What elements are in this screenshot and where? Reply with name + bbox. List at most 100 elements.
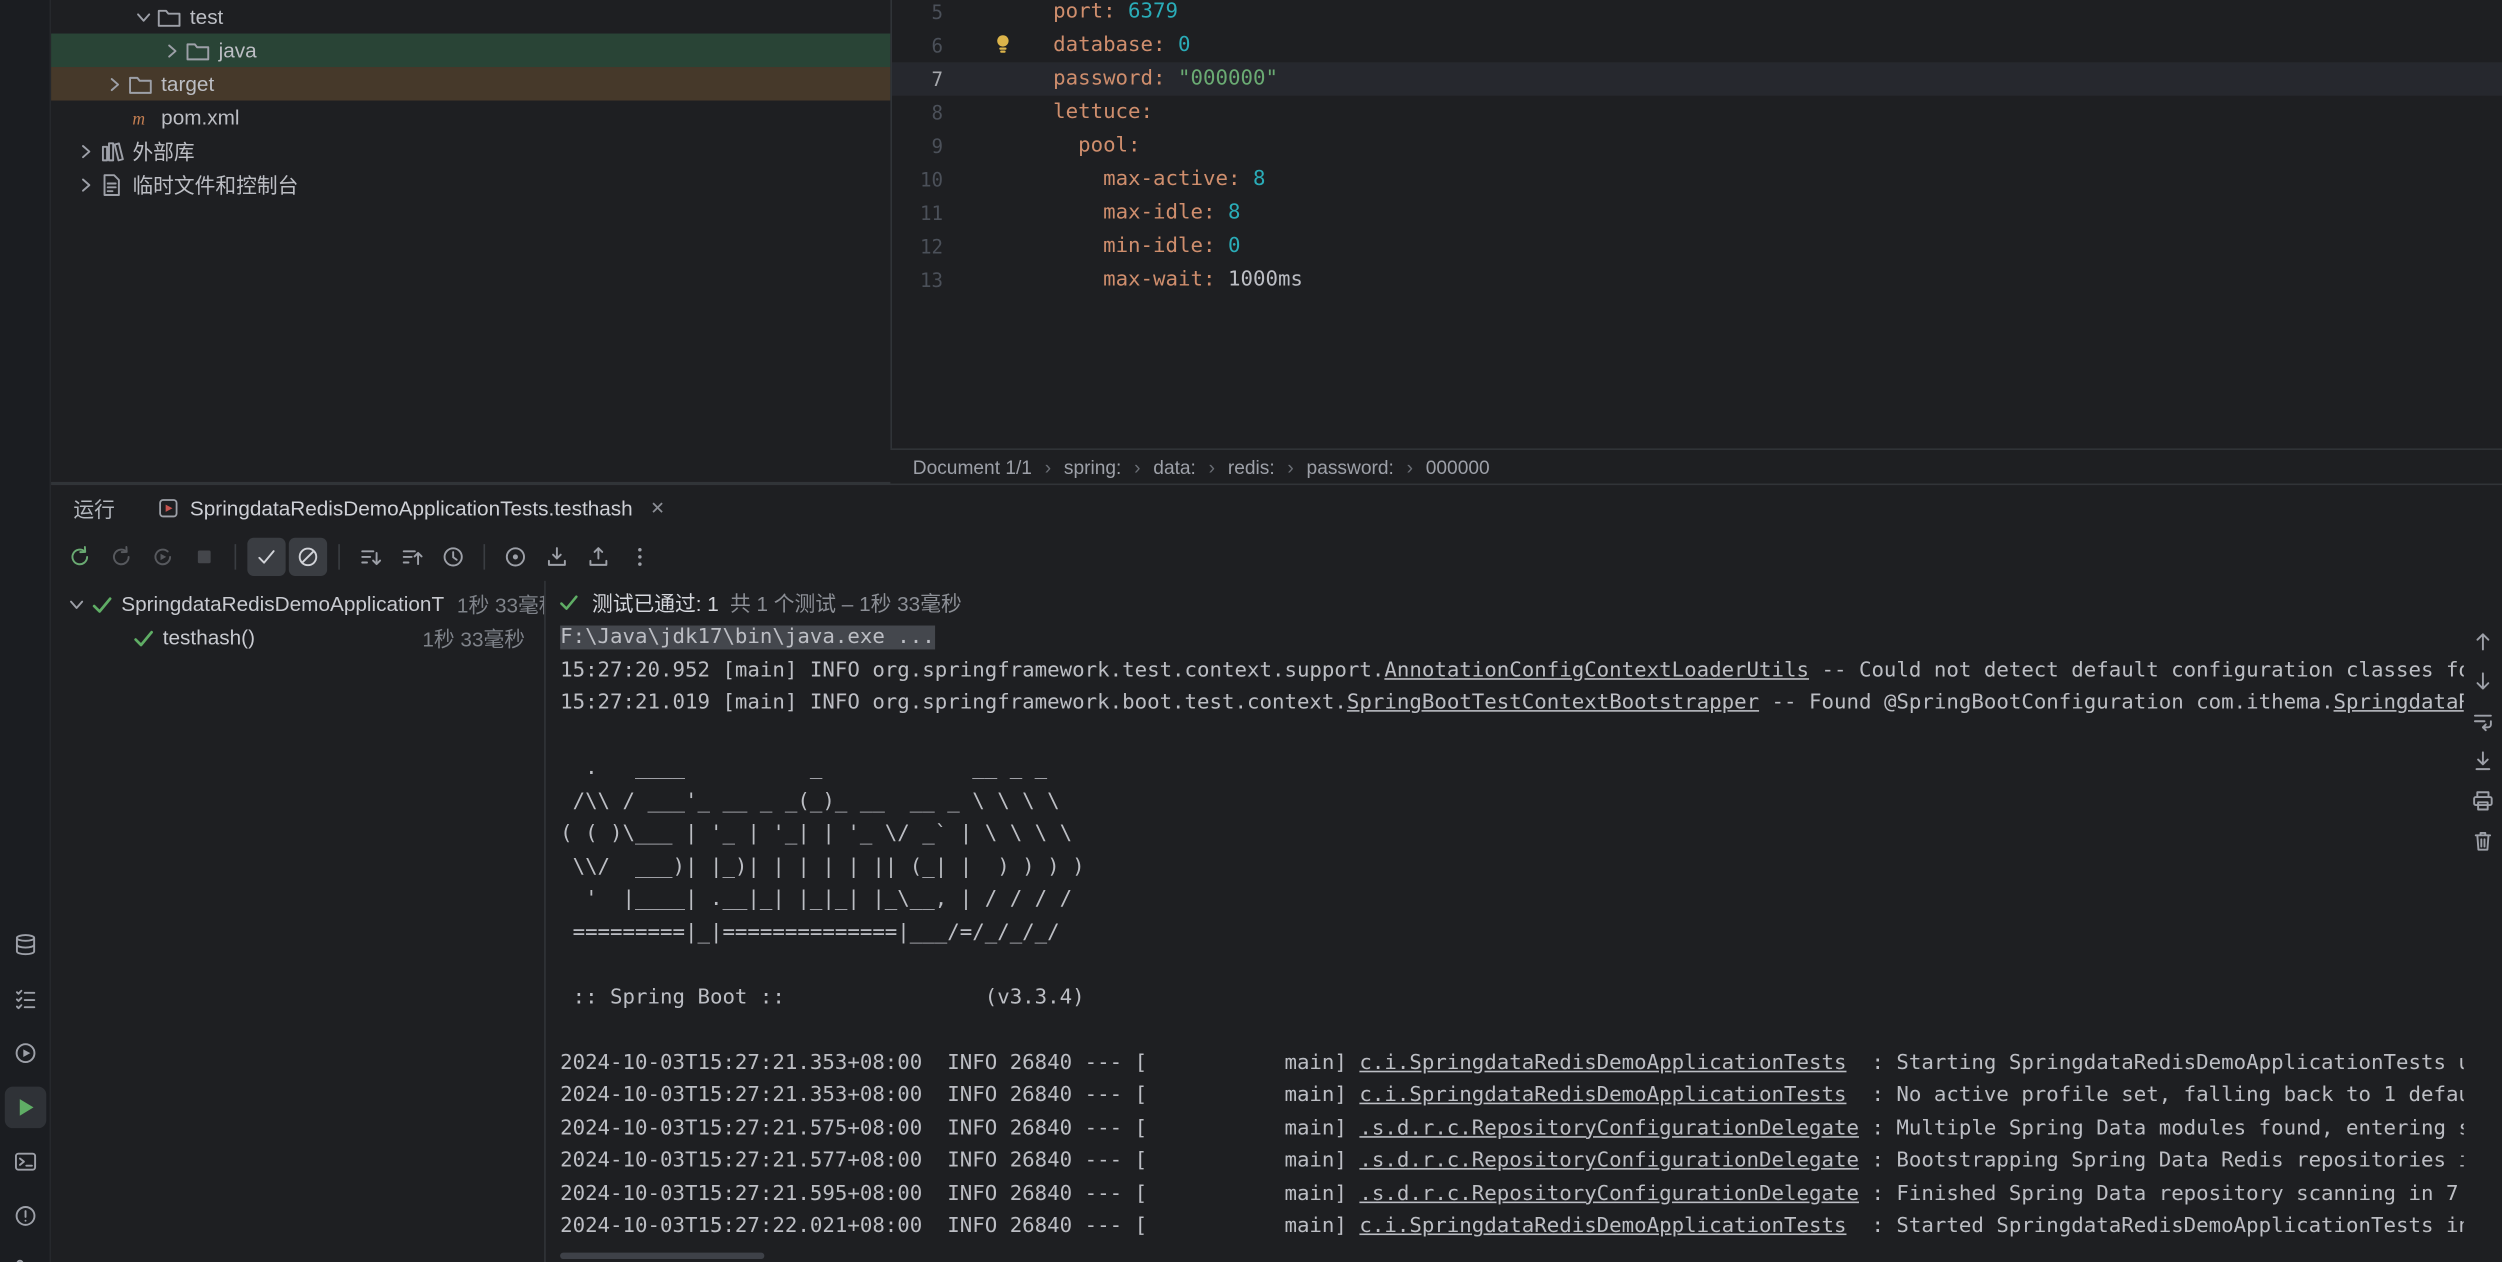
project-item-label: 临时文件和控制台 bbox=[132, 173, 299, 198]
database-icon[interactable] bbox=[5, 924, 46, 965]
stop-icon[interactable] bbox=[185, 538, 223, 576]
breadcrumb-item[interactable]: data: bbox=[1153, 456, 1196, 478]
breadcrumb-item[interactable]: password: bbox=[1307, 456, 1394, 478]
editor-line[interactable]: 12 min-idle: 0 bbox=[892, 230, 2502, 264]
editor-line[interactable]: 7 password: "000000" bbox=[891, 62, 2502, 96]
horizontal-scrollbar[interactable] bbox=[560, 1252, 765, 1260]
show-ignored-icon[interactable] bbox=[288, 537, 328, 577]
services-icon[interactable] bbox=[5, 1032, 46, 1073]
code-token: port: bbox=[1053, 0, 1116, 24]
todo-icon[interactable] bbox=[5, 978, 46, 1019]
bulb-icon[interactable] bbox=[991, 32, 1015, 56]
problems-icon[interactable] bbox=[5, 1195, 46, 1236]
sort-by-duration-icon[interactable] bbox=[393, 538, 431, 576]
breadcrumb-item[interactable]: redis: bbox=[1228, 456, 1275, 478]
console-link[interactable]: SpringBootTestContextBootstrapper bbox=[1347, 691, 1759, 715]
code-token: 6379 bbox=[1128, 0, 1179, 24]
editor-line[interactable]: 9 pool: bbox=[892, 129, 2502, 163]
console-text: 2024-10-03T15:27:21.595+08:00 INFO 26840… bbox=[560, 1181, 1360, 1206]
line-number: 8 bbox=[931, 101, 944, 124]
console-link[interactable]: SpringdataRedisDe bbox=[2334, 691, 2464, 715]
console-line: 2024-10-03T15:27:22.021+08:00 INFO 26840… bbox=[560, 1211, 2464, 1244]
test-tree-item[interactable]: testhash() 1秒 33毫秒 bbox=[51, 621, 544, 655]
screenshot-icon[interactable] bbox=[496, 538, 534, 576]
rerun-failed-icon[interactable] bbox=[102, 538, 140, 576]
chevron-right-icon[interactable] bbox=[102, 71, 128, 97]
project-tree-item[interactable]: java bbox=[51, 33, 891, 68]
editor-line[interactable]: 6 database: 0 bbox=[892, 29, 2502, 63]
console-line: /\\ / ___'_ __ _ _(_)_ __ __ _ \ \ \ \ bbox=[560, 786, 2464, 819]
console-line: 2024-10-03T15:27:21.353+08:00 INFO 26840… bbox=[560, 1080, 2464, 1113]
clear-icon[interactable] bbox=[2470, 828, 2496, 854]
console-link[interactable]: .s.d.r.c.RepositoryConfigurationDelegate bbox=[1359, 1182, 1859, 1206]
chevron-right-icon[interactable] bbox=[73, 138, 99, 164]
code-token: lettuce: bbox=[1053, 100, 1154, 125]
test-tree-item[interactable]: SpringdataRedisDemoApplicationT 1秒 33毫秒 bbox=[51, 587, 544, 621]
console-link[interactable]: c.i.SpringdataRedisDemoApplicationTests bbox=[1359, 1051, 1846, 1075]
editor-line[interactable]: 8 lettuce: bbox=[892, 96, 2502, 130]
code-text: lettuce: bbox=[962, 101, 1153, 125]
line-number: 12 bbox=[919, 235, 944, 258]
code-token: 0 bbox=[1227, 234, 1241, 259]
breadcrumb-item[interactable]: spring: bbox=[1064, 456, 1121, 478]
console-text: 15:27:20.952 [main] INFO org.springframe… bbox=[560, 658, 1385, 683]
terminal-icon[interactable] bbox=[5, 1141, 46, 1182]
project-tree-item[interactable]: 临时文件和控制台 bbox=[51, 168, 890, 202]
console-text: ( ( )\___ | '_ | '_| | '_ \/ _` | \ \ \ … bbox=[560, 821, 1073, 846]
console-text: 15:27:21.019 [main] INFO org.springframe… bbox=[560, 690, 1347, 715]
console-line: =========|_|==============|___/=/_/_/_/ bbox=[560, 917, 2464, 950]
run-icon[interactable] bbox=[4, 1086, 47, 1129]
tests-passed-label: 测试已通过: 1 bbox=[592, 591, 719, 616]
more-options-icon[interactable] bbox=[621, 538, 659, 576]
rerun-icon[interactable] bbox=[61, 538, 99, 576]
chevron-down-icon[interactable] bbox=[64, 591, 90, 617]
console-output[interactable]: F:\Java\jdk17\bin\java.exe ... 15:27:20.9… bbox=[560, 622, 2464, 1249]
editor-line[interactable]: 11 max-idle: 8 bbox=[892, 196, 2502, 230]
line-number: 13 bbox=[919, 268, 944, 292]
console-line: 2024-10-03T15:27:21.595+08:00 INFO 26840… bbox=[560, 1178, 2464, 1211]
code-token: password: bbox=[1053, 67, 1166, 91]
sort-alphabetically-icon[interactable] bbox=[351, 538, 389, 576]
editor-line[interactable]: 13 max-wait: 1000ms bbox=[892, 263, 2502, 297]
print-icon[interactable] bbox=[2470, 788, 2496, 814]
editor-line[interactable]: 10 max-active: 8 bbox=[892, 163, 2502, 197]
scroll-up-icon[interactable] bbox=[2470, 629, 2496, 655]
breadcrumb-item[interactable]: 000000 bbox=[1426, 456, 1490, 478]
test-history-icon[interactable] bbox=[434, 538, 472, 576]
project-tree-item[interactable]: 外部库 bbox=[51, 134, 890, 168]
console-link[interactable]: c.i.SpringdataRedisDemoApplicationTests bbox=[1359, 1083, 1846, 1107]
console-text: 2024-10-03T15:27:21.353+08:00 INFO 26840… bbox=[560, 1083, 1360, 1108]
breadcrumb-item[interactable]: Document 1/1 bbox=[913, 456, 1032, 478]
console-line: ' |____| .__|_| |_|_| |_\__, | / / / / bbox=[560, 884, 2464, 917]
console-line: ( ( )\___ | '_ | '_| | '_ \/ _` | \ \ \ … bbox=[560, 819, 2464, 852]
run-tab[interactable]: SpringdataRedisDemoApplicationTests.test… bbox=[156, 496, 665, 520]
chevron-down-icon[interactable] bbox=[131, 4, 157, 30]
git-icon[interactable] bbox=[5, 1249, 46, 1262]
soft-wrap-icon[interactable] bbox=[2470, 708, 2496, 734]
import-results-icon[interactable] bbox=[538, 538, 576, 576]
run-content: SpringdataRedisDemoApplicationT1秒 33毫秒te… bbox=[51, 580, 2502, 1262]
project-tree-item[interactable]: test bbox=[51, 0, 890, 34]
console-link[interactable]: .s.d.r.c.RepositoryConfigurationDelegate bbox=[1359, 1149, 1859, 1173]
project-tree-item[interactable]: target bbox=[51, 67, 891, 101]
scroll-to-end-icon[interactable] bbox=[2470, 748, 2496, 774]
chevron-right-icon[interactable] bbox=[160, 37, 186, 63]
auto-rerun-icon[interactable] bbox=[144, 538, 182, 576]
chevron-right-icon[interactable] bbox=[73, 172, 99, 198]
console-link[interactable]: c.i.SpringdataRedisDemoApplicationTests bbox=[1359, 1214, 1846, 1238]
export-results-icon[interactable] bbox=[579, 538, 617, 576]
console-line: :: Spring Boot :: (v3.3.4) bbox=[560, 982, 2464, 1015]
toolbar-separator bbox=[483, 544, 486, 570]
close-icon[interactable]: ✕ bbox=[650, 498, 665, 518]
show-passed-icon[interactable] bbox=[247, 537, 286, 577]
console-link[interactable]: AnnotationConfigContextLoaderUtils bbox=[1384, 658, 1809, 682]
scroll-down-icon[interactable] bbox=[2470, 669, 2496, 695]
editor-line[interactable]: 5 port: 6379 bbox=[892, 0, 2502, 29]
project-tree-item[interactable]: m pom.xml bbox=[51, 101, 890, 135]
editor[interactable]: 5 port: 6379 6 database: 07 password: "00… bbox=[890, 0, 2502, 449]
console-link[interactable]: .s.d.r.c.RepositoryConfigurationDelegate bbox=[1359, 1116, 1859, 1140]
